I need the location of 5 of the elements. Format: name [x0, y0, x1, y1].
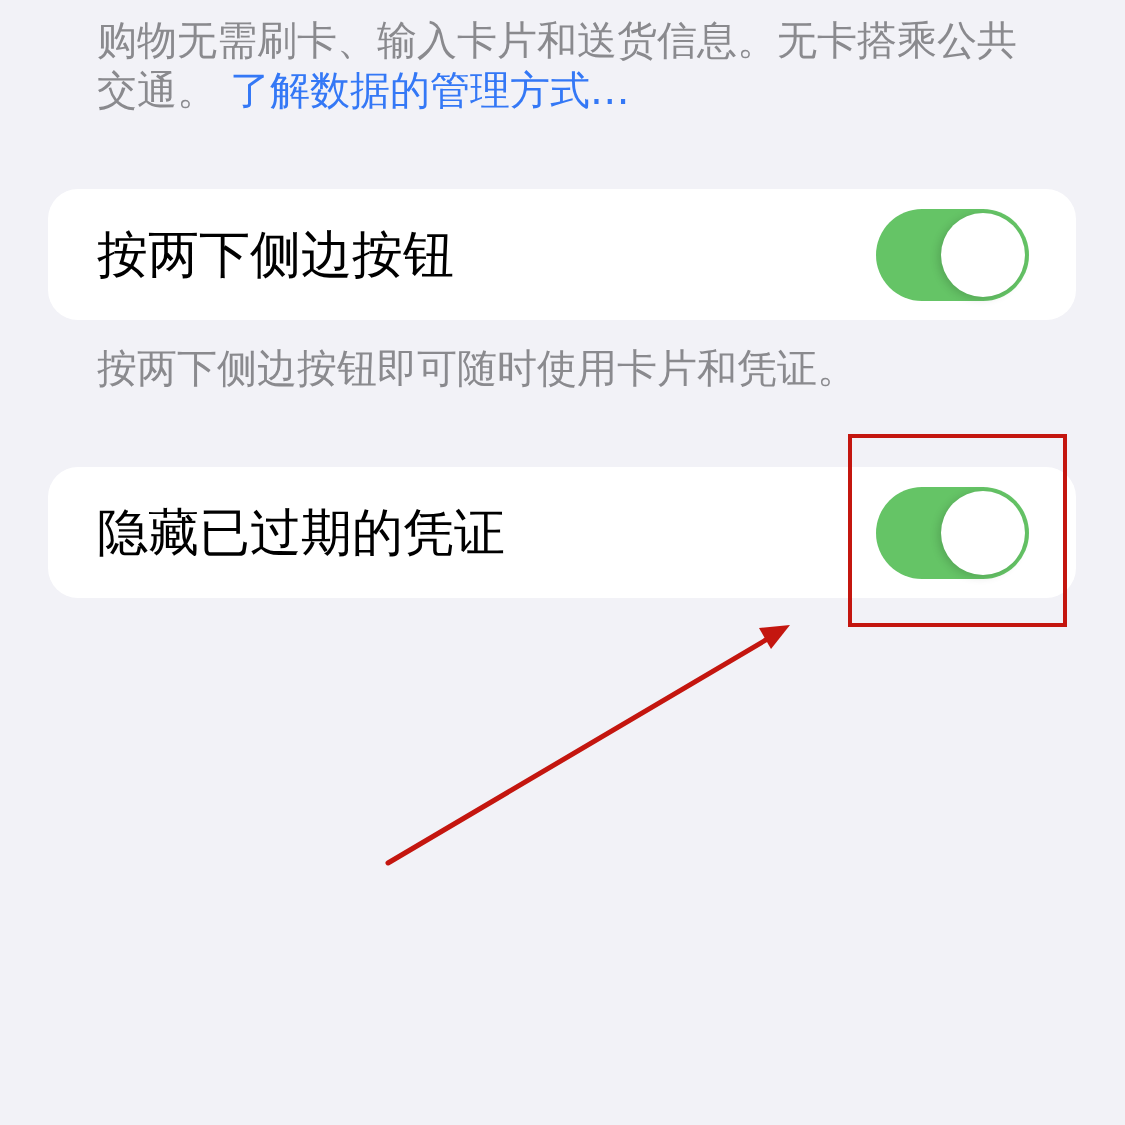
setting-label: 按两下侧边按钮	[97, 224, 454, 285]
setting-footnote: 按两下侧边按钮即可随时使用卡片和凭证。	[97, 344, 858, 393]
intro-paragraph: 购物无需刷卡、输入卡片和送货信息。无卡搭乘公共交通。 了解数据的管理方式…	[97, 16, 1018, 115]
setting-label: 隐藏已过期的凭证	[97, 502, 505, 563]
manage-data-link[interactable]: 了解数据的管理方式…	[229, 67, 630, 113]
